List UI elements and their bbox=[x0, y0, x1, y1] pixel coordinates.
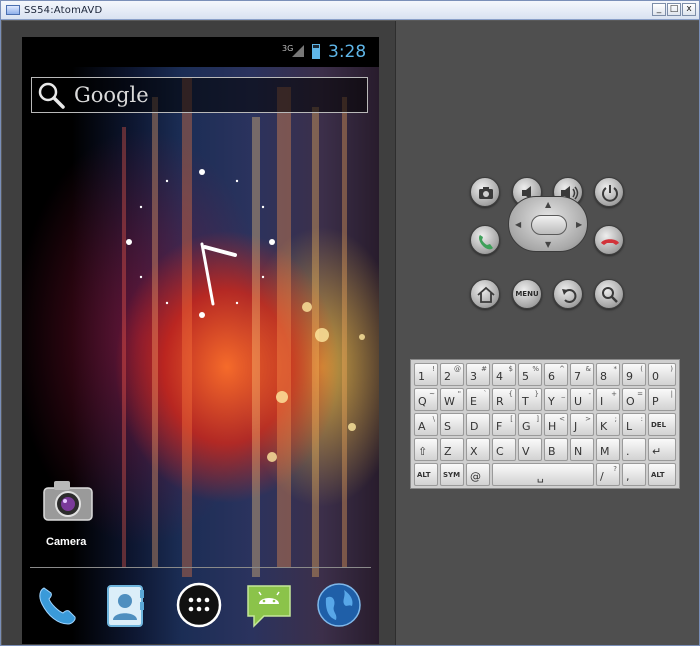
camera-icon bbox=[43, 481, 93, 521]
key-r[interactable]: R{ bbox=[492, 388, 516, 411]
key-8[interactable]: 8 * bbox=[596, 363, 620, 386]
app-icon bbox=[6, 5, 20, 15]
home-button[interactable] bbox=[470, 279, 500, 309]
power-button[interactable] bbox=[594, 177, 624, 207]
window-titlebar[interactable]: SS54:AtomAVD _ □ x bbox=[1, 1, 699, 20]
messaging-icon[interactable] bbox=[244, 580, 294, 630]
key-n[interactable]: N bbox=[570, 438, 594, 461]
key-h[interactable]: H < bbox=[544, 413, 568, 436]
key-7[interactable]: 7 & bbox=[570, 363, 594, 386]
home-icon bbox=[477, 286, 495, 303]
key-p[interactable]: P | bbox=[648, 388, 676, 411]
dpad-right-icon[interactable]: ▶ bbox=[576, 221, 582, 229]
back-button[interactable] bbox=[553, 279, 583, 309]
key-alt-left[interactable]: ALT bbox=[414, 463, 438, 486]
battery-icon bbox=[312, 44, 320, 59]
power-icon bbox=[602, 185, 618, 202]
analog-clock-widget[interactable] bbox=[117, 157, 287, 327]
app-drawer-icon[interactable] bbox=[174, 580, 224, 630]
key-z[interactable]: Z bbox=[440, 438, 464, 461]
key-x[interactable]: X bbox=[466, 438, 490, 461]
window-controls: _ □ x bbox=[652, 3, 696, 16]
dpad-left-icon[interactable]: ◀ bbox=[515, 221, 521, 229]
end-call-button[interactable] bbox=[594, 225, 624, 255]
device-frame: 3G 3:28 Google Camera bbox=[2, 21, 395, 645]
key-at[interactable]: @ bbox=[466, 463, 490, 486]
phone-icon[interactable] bbox=[32, 580, 82, 630]
dpad-up-icon[interactable]: ▲ bbox=[545, 201, 551, 209]
menu-label: MENU bbox=[515, 290, 539, 298]
key-6[interactable]: 6 ^ bbox=[544, 363, 568, 386]
dock bbox=[22, 574, 379, 636]
emulator-control-panel: ▲ ▼ ◀ ▶ MENU 1 ! 2 @ 3 # 4 $ 5 % 6 ^ 7 &… bbox=[395, 21, 699, 645]
browser-icon[interactable] bbox=[314, 580, 364, 630]
search-placeholder: Google bbox=[74, 83, 149, 107]
dock-divider bbox=[30, 567, 371, 568]
key-g[interactable]: G] bbox=[518, 413, 542, 436]
key-enter[interactable]: ↵ bbox=[648, 438, 676, 461]
key-l[interactable]: L: bbox=[622, 413, 646, 436]
call-button[interactable] bbox=[470, 225, 500, 255]
window-title: SS54:AtomAVD bbox=[24, 4, 103, 16]
key-slash[interactable]: /? bbox=[596, 463, 620, 486]
dpad-center-button[interactable] bbox=[531, 215, 567, 235]
key-o[interactable]: O = bbox=[622, 388, 646, 411]
key-5[interactable]: 5% bbox=[518, 363, 542, 386]
key-c[interactable]: C bbox=[492, 438, 516, 461]
key-m[interactable]: M bbox=[596, 438, 620, 461]
hardware-keyboard: 1! 2 @ 3 # 4 $ 5% 6 ^ 7 & 8 * 9( 0) Q ~ W " E ` R… bbox=[410, 359, 680, 489]
search-button[interactable] bbox=[594, 279, 624, 309]
key-sym[interactable]: SYM bbox=[440, 463, 464, 486]
key-b[interactable]: B bbox=[544, 438, 568, 461]
close-button[interactable]: x bbox=[682, 3, 696, 16]
key-y[interactable]: Y _ bbox=[544, 388, 568, 411]
key-4[interactable]: 4 $ bbox=[492, 363, 516, 386]
menu-button[interactable]: MENU bbox=[512, 279, 542, 309]
status-time: 3:28 bbox=[328, 42, 367, 62]
camera-label: Camera bbox=[46, 536, 87, 548]
key-i[interactable]: I + bbox=[596, 388, 620, 411]
key-t[interactable]: T} bbox=[518, 388, 542, 411]
key-j[interactable]: J > bbox=[570, 413, 594, 436]
key-2[interactable]: 2 @ bbox=[440, 363, 464, 386]
key-f[interactable]: F[ bbox=[492, 413, 516, 436]
back-icon bbox=[562, 289, 577, 303]
key-e[interactable]: E ` bbox=[466, 388, 490, 411]
end-call-icon bbox=[601, 239, 619, 245]
minimize-button[interactable]: _ bbox=[652, 3, 666, 16]
key-3[interactable]: 3 # bbox=[466, 363, 490, 386]
search-icon bbox=[38, 82, 65, 109]
dpad[interactable]: ▲ ▼ ◀ ▶ bbox=[508, 196, 588, 252]
maximize-button[interactable]: □ bbox=[667, 3, 681, 16]
phone-screen[interactable]: 3G 3:28 Google Camera bbox=[22, 37, 379, 644]
key-k[interactable]: K; bbox=[596, 413, 620, 436]
camera-button[interactable] bbox=[470, 177, 500, 207]
key-shift[interactable]: ⇧ bbox=[414, 438, 438, 461]
key-1[interactable]: 1! bbox=[414, 363, 438, 386]
key-alt-right[interactable]: ALT bbox=[648, 463, 676, 486]
key-space[interactable]: ␣ bbox=[492, 463, 594, 486]
google-search-bar[interactable]: Google bbox=[31, 77, 368, 113]
search-button-icon bbox=[602, 287, 618, 303]
key-0[interactable]: 0) bbox=[648, 363, 676, 386]
key-comma[interactable]: , bbox=[622, 463, 646, 486]
key-s[interactable]: S bbox=[440, 413, 464, 436]
key-del[interactable]: DEL bbox=[648, 413, 676, 436]
camera-button-icon bbox=[479, 187, 493, 199]
key-v[interactable]: V bbox=[518, 438, 542, 461]
camera-shortcut[interactable]: Camera bbox=[40, 474, 98, 554]
key-period[interactable]: . bbox=[622, 438, 646, 461]
call-icon bbox=[479, 235, 493, 250]
emulator-window: SS54:AtomAVD _ □ x 3G 3:28 Google Camera… bbox=[0, 0, 700, 646]
contacts-icon[interactable] bbox=[100, 580, 150, 630]
key-a[interactable]: A \ bbox=[414, 413, 438, 436]
key-u[interactable]: U- bbox=[570, 388, 594, 411]
key-9[interactable]: 9( bbox=[622, 363, 646, 386]
key-q[interactable]: Q ~ bbox=[414, 388, 438, 411]
signal-icon bbox=[292, 45, 304, 57]
key-w[interactable]: W " bbox=[440, 388, 464, 411]
status-bar: 3G 3:28 bbox=[22, 37, 379, 67]
key-d[interactable]: D bbox=[466, 413, 490, 436]
dpad-down-icon[interactable]: ▼ bbox=[545, 241, 551, 249]
